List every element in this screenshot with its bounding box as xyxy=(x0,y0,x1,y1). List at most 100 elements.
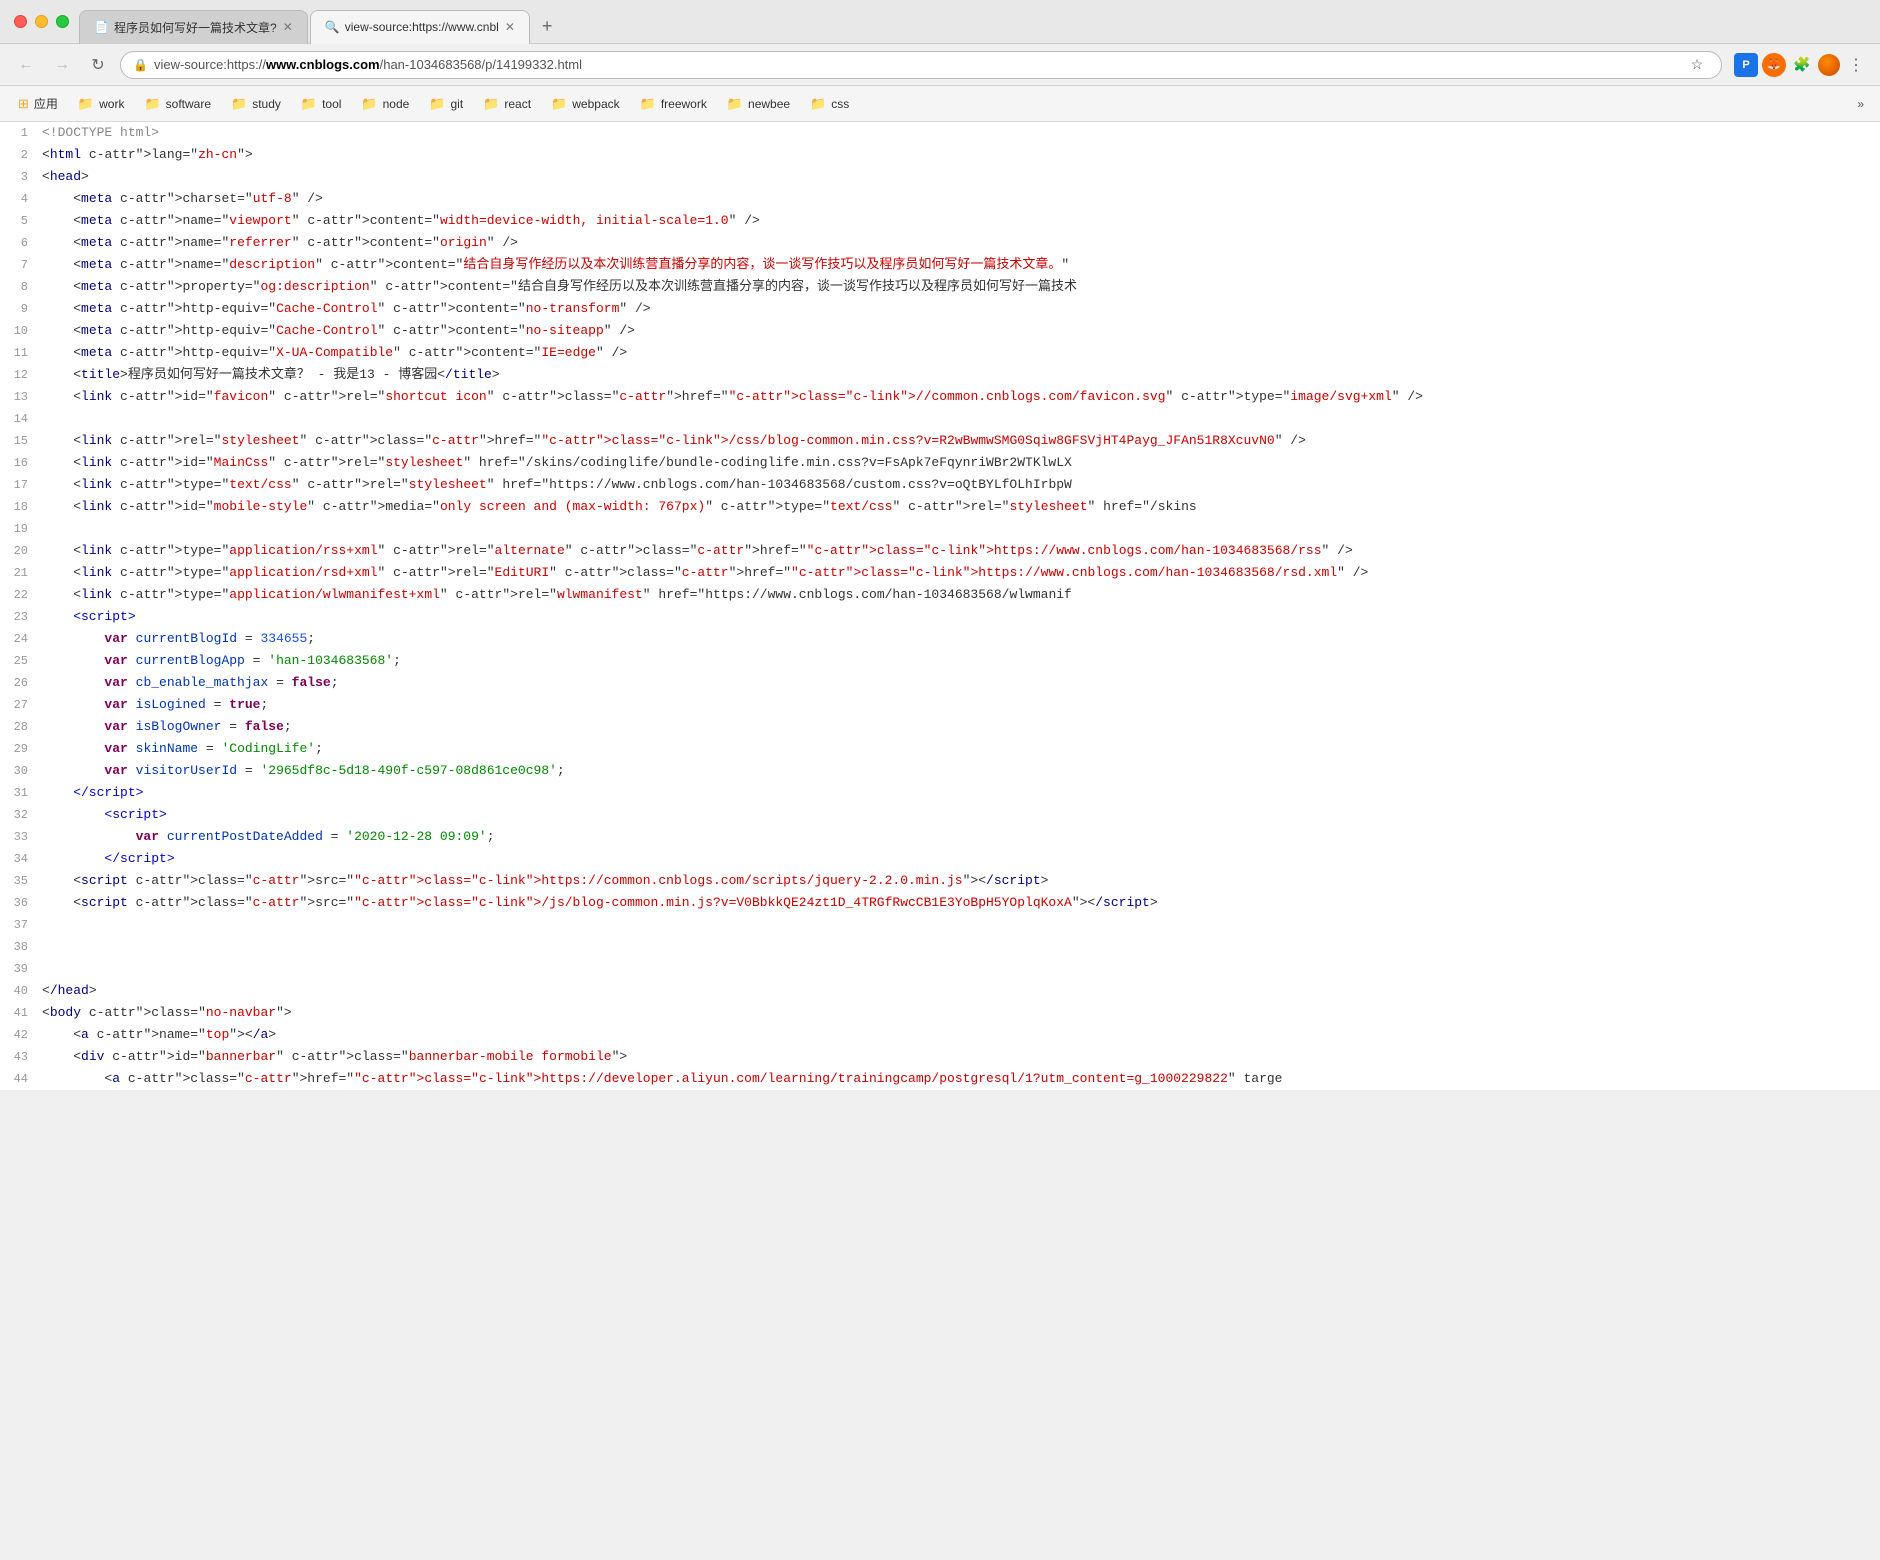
line-number: 39 xyxy=(0,958,42,980)
close-window-button[interactable] xyxy=(14,15,27,28)
line-number: 14 xyxy=(0,408,42,430)
tab-source-close[interactable]: ✕ xyxy=(505,21,515,33)
line-content: var currentBlogApp = 'han-1034683568'; xyxy=(42,650,1880,672)
bookmark-newbee[interactable]: 📁 newbee xyxy=(719,93,798,115)
source-line: 23 <script> xyxy=(0,606,1880,628)
source-line: 9 <meta c-attr">http-equiv="Cache-Contro… xyxy=(0,298,1880,320)
tab-article-close[interactable]: ✕ xyxy=(283,21,293,33)
source-line: 24 var currentBlogId = 334655; xyxy=(0,628,1880,650)
folder-freework-icon: 📁 xyxy=(640,96,656,112)
url-path: /han-1034683568/p/14199332.html xyxy=(380,57,582,72)
line-number: 27 xyxy=(0,694,42,716)
source-line: 18 <link c-attr">id="mobile-style" c-att… xyxy=(0,496,1880,518)
source-line: 6 <meta c-attr">name="referrer" c-attr">… xyxy=(0,232,1880,254)
line-content: </head> xyxy=(42,980,1880,1002)
line-number: 9 xyxy=(0,298,42,320)
new-tab-button[interactable]: + xyxy=(532,10,563,44)
line-content: <meta c-attr">name="description" c-attr"… xyxy=(42,254,1880,276)
line-content: <link c-attr">type="application/rsd+xml"… xyxy=(42,562,1880,584)
line-number: 10 xyxy=(0,320,42,342)
source-line: 17 <link c-attr">type="text/css" c-attr"… xyxy=(0,474,1880,496)
source-line: 42 <a c-attr">name="top"></a> xyxy=(0,1024,1880,1046)
line-number: 25 xyxy=(0,650,42,672)
line-content: var visitorUserId = '2965df8c-5d18-490f-… xyxy=(42,760,1880,782)
line-content: <script> xyxy=(42,606,1880,628)
line-number: 42 xyxy=(0,1024,42,1046)
line-content xyxy=(42,936,1880,958)
browser-menu-button[interactable]: ⋮ xyxy=(1844,53,1868,77)
source-line: 39 xyxy=(0,958,1880,980)
bookmark-webpack[interactable]: 📁 webpack xyxy=(543,93,628,115)
line-content xyxy=(42,958,1880,980)
source-view: 1<!DOCTYPE html>2<html c-attr">lang="zh-… xyxy=(0,122,1880,1090)
extension-pocket[interactable]: P xyxy=(1734,53,1758,77)
line-content: <script c-attr">class="c-attr">src=""c-a… xyxy=(42,870,1880,892)
source-line: 5 <meta c-attr">name="viewport" c-attr">… xyxy=(0,210,1880,232)
line-number: 32 xyxy=(0,804,42,826)
url-text: view-source:https://www.cnblogs.com/han-… xyxy=(154,57,1679,72)
source-line: 44 <a c-attr">class="c-attr">href=""c-at… xyxy=(0,1068,1880,1090)
line-content xyxy=(42,914,1880,936)
bookmark-work[interactable]: 📁 work xyxy=(70,93,133,115)
refresh-button[interactable]: ↻ xyxy=(84,51,112,79)
extension-puzzle-icon[interactable]: 🧩 xyxy=(1790,53,1814,77)
address-bar[interactable]: 🔒 view-source:https://www.cnblogs.com/ha… xyxy=(120,51,1722,79)
source-line: 19 xyxy=(0,518,1880,540)
title-bar: 📄 程序员如何写好一篇技术文章? ✕ 🔍 view-source:https:/… xyxy=(0,0,1880,44)
source-line: 29 var skinName = 'CodingLife'; xyxy=(0,738,1880,760)
line-number: 4 xyxy=(0,188,42,210)
line-content: <meta c-attr">property="og:description" … xyxy=(42,276,1880,298)
tab-source[interactable]: 🔍 view-source:https://www.cnbl ✕ xyxy=(310,10,530,44)
url-prefix: view-source:https:// xyxy=(154,57,266,72)
folder-react-icon: 📁 xyxy=(483,96,499,112)
back-button[interactable]: ← xyxy=(12,51,40,79)
minimize-window-button[interactable] xyxy=(35,15,48,28)
line-content: <script c-attr">class="c-attr">src=""c-a… xyxy=(42,892,1880,914)
bookmark-tool[interactable]: 📁 tool xyxy=(293,93,350,115)
bookmark-newbee-label: newbee xyxy=(748,97,790,111)
line-number: 17 xyxy=(0,474,42,496)
extension-firefox[interactable]: 🦊 xyxy=(1762,53,1786,77)
line-content: var isBlogOwner = false; xyxy=(42,716,1880,738)
star-icon[interactable]: ☆ xyxy=(1685,53,1709,77)
bookmark-apps-label: 应用 xyxy=(34,95,58,112)
url-domain: www.cnblogs.com xyxy=(266,57,380,72)
line-content: <meta c-attr">name="referrer" c-attr">co… xyxy=(42,232,1880,254)
source-line: 3<head> xyxy=(0,166,1880,188)
source-line: 15 <link c-attr">rel="stylesheet" c-attr… xyxy=(0,430,1880,452)
source-line: 25 var currentBlogApp = 'han-1034683568'… xyxy=(0,650,1880,672)
bookmark-study[interactable]: 📁 study xyxy=(223,93,289,115)
source-line: 20 <link c-attr">type="application/rss+x… xyxy=(0,540,1880,562)
line-number: 28 xyxy=(0,716,42,738)
line-number: 24 xyxy=(0,628,42,650)
line-content: var isLogined = true; xyxy=(42,694,1880,716)
line-number: 34 xyxy=(0,848,42,870)
folder-tool-icon: 📁 xyxy=(301,96,317,112)
tab-article[interactable]: 📄 程序员如何写好一篇技术文章? ✕ xyxy=(79,10,308,44)
bookmark-apps[interactable]: ⊞ 应用 xyxy=(10,92,66,115)
line-number: 5 xyxy=(0,210,42,232)
line-content: <html c-attr">lang="zh-cn"> xyxy=(42,144,1880,166)
source-line: 36 <script c-attr">class="c-attr">src=""… xyxy=(0,892,1880,914)
tab-source-icon: 🔍 xyxy=(325,20,339,34)
extension-ball[interactable] xyxy=(1818,54,1840,76)
bookmark-css[interactable]: 📁 css xyxy=(802,93,857,115)
line-number: 37 xyxy=(0,914,42,936)
bookmarks-more-button[interactable]: » xyxy=(1851,94,1870,114)
bookmark-node[interactable]: 📁 node xyxy=(353,93,417,115)
line-number: 8 xyxy=(0,276,42,298)
line-number: 12 xyxy=(0,364,42,386)
forward-button[interactable]: → xyxy=(48,51,76,79)
bookmark-react[interactable]: 📁 react xyxy=(475,93,539,115)
bookmark-software[interactable]: 📁 software xyxy=(136,93,219,115)
line-content: var currentPostDateAdded = '2020-12-28 0… xyxy=(42,826,1880,848)
bookmark-freework[interactable]: 📁 freework xyxy=(632,93,715,115)
line-content: <meta c-attr">http-equiv="X-UA-Compatibl… xyxy=(42,342,1880,364)
bookmark-study-label: study xyxy=(252,97,281,111)
bookmark-git[interactable]: 📁 git xyxy=(421,93,471,115)
source-line: 12 <title>程序员如何写好一篇技术文章？ - 我是13 - 博客园</t… xyxy=(0,364,1880,386)
line-number: 20 xyxy=(0,540,42,562)
source-line: 38 xyxy=(0,936,1880,958)
maximize-window-button[interactable] xyxy=(56,15,69,28)
folder-css-icon: 📁 xyxy=(810,96,826,112)
